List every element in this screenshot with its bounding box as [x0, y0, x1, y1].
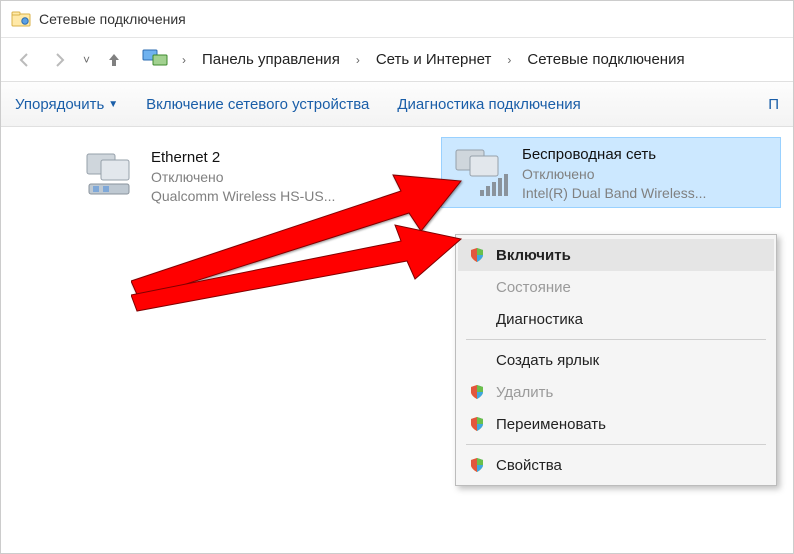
menu-enable-label: Включить	[496, 247, 571, 264]
menu-create-shortcut[interactable]: Создать ярлык	[458, 344, 774, 376]
menu-properties-label: Свойства	[496, 457, 562, 474]
ethernet-adapter-icon	[79, 147, 143, 203]
context-menu: Включить Состояние Диагностика Создать я…	[455, 234, 777, 486]
menu-diagnostics[interactable]: Диагностика	[458, 303, 774, 335]
menu-create-shortcut-label: Создать ярлык	[496, 352, 599, 369]
adapter-hardware: Intel(R) Dual Band Wireless...	[522, 185, 706, 201]
nav-forward-button[interactable]	[45, 46, 73, 74]
toolbar-overflow[interactable]: П	[768, 96, 779, 113]
adapter-name: Беспроводная сеть	[522, 146, 706, 163]
menu-rename[interactable]: Переименовать	[458, 408, 774, 440]
chevron-right-icon[interactable]: ›	[178, 53, 190, 67]
menu-state: Состояние	[458, 271, 774, 303]
window-title: Сетевые подключения	[39, 11, 186, 27]
control-panel-icon	[142, 48, 168, 71]
addressbar: ˅ › Панель управления › Сеть и Интернет …	[1, 37, 793, 81]
shield-icon	[468, 415, 486, 433]
menu-separator	[466, 444, 766, 445]
menu-separator	[466, 339, 766, 340]
nav-up-button[interactable]	[100, 46, 128, 74]
diagnose-connection-button[interactable]: Диагностика подключения	[397, 96, 580, 113]
menu-enable[interactable]: Включить	[458, 239, 774, 271]
titlebar: Сетевые подключения	[1, 1, 793, 37]
shield-icon	[468, 383, 486, 401]
wifi-adapter-icon	[450, 144, 514, 200]
organize-button[interactable]: Упорядочить ▼	[15, 96, 118, 113]
chevron-right-icon[interactable]: ›	[503, 53, 515, 67]
breadcrumb-item-2[interactable]: Сетевые подключения	[521, 47, 690, 72]
chevron-down-icon: ▼	[108, 99, 118, 110]
recent-locations-dropdown[interactable]: ˅	[79, 53, 94, 67]
adapter-name: Ethernet 2	[151, 149, 335, 166]
adapter-ethernet[interactable]: Ethernet 2 Отключено Qualcomm Wireless H…	[71, 141, 431, 210]
menu-rename-label: Переименовать	[496, 416, 606, 433]
chevron-right-icon[interactable]: ›	[352, 53, 364, 67]
breadcrumb-item-0[interactable]: Панель управления	[196, 47, 346, 72]
nav-back-button[interactable]	[11, 46, 39, 74]
toolbar: Упорядочить ▼ Включение сетевого устройс…	[1, 81, 793, 127]
menu-delete: Удалить	[458, 376, 774, 408]
adapter-wifi[interactable]: Беспроводная сеть Отключено Intel(R) Dua…	[441, 137, 781, 208]
menu-delete-label: Удалить	[496, 384, 553, 401]
adapter-status: Отключено	[151, 169, 335, 185]
shield-icon	[468, 456, 486, 474]
enable-device-button[interactable]: Включение сетевого устройства	[146, 96, 369, 113]
shield-icon	[468, 246, 486, 264]
menu-state-label: Состояние	[496, 279, 571, 296]
menu-properties[interactable]: Свойства	[458, 449, 774, 481]
breadcrumb-item-1[interactable]: Сеть и Интернет	[370, 47, 498, 72]
adapter-status: Отключено	[522, 166, 706, 182]
network-connections-icon	[11, 9, 31, 29]
menu-diagnostics-label: Диагностика	[496, 311, 583, 328]
adapter-hardware: Qualcomm Wireless HS-US...	[151, 188, 335, 204]
